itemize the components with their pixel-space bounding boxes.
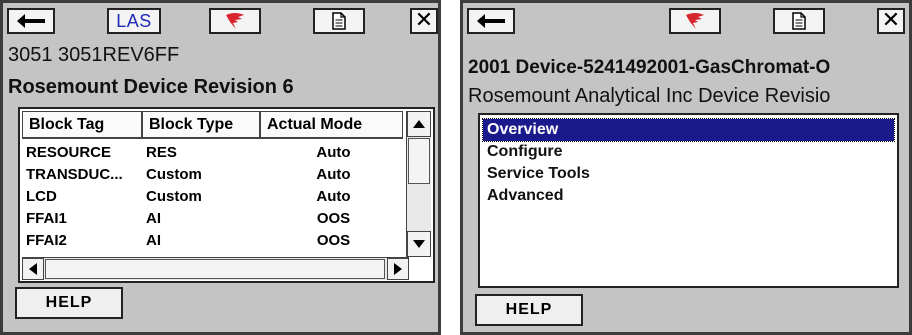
cell-block-tag: FFAI2 [26, 231, 67, 249]
help-button[interactable]: HELP [15, 287, 123, 319]
triangle-right-icon [394, 263, 402, 275]
scroll-thumb[interactable] [408, 138, 430, 184]
device-revision: Rosemount Device Revision 6 [8, 76, 294, 98]
table-row[interactable]: RESOURCE RES Auto [24, 141, 405, 163]
close-button[interactable]: ✕ [877, 8, 905, 34]
document-button[interactable] [773, 8, 825, 34]
close-button[interactable]: ✕ [410, 8, 438, 34]
menu-item-overview[interactable]: Overview [482, 118, 895, 142]
vertical-scrollbar[interactable] [406, 111, 431, 257]
cell-actual-mode: Auto [316, 165, 351, 183]
fieldbus-logo-icon [226, 13, 244, 29]
device-screen-left: LAS ✕ 3051 3051REV6FF Rosemount Device R… [0, 0, 441, 335]
cell-actual-mode: Auto [316, 143, 351, 161]
cell-actual-mode: OOS [316, 231, 351, 249]
cell-block-type: AI [146, 209, 161, 227]
menu-item-service-tools[interactable]: Service Tools [483, 163, 894, 185]
block-table: Block Tag Block Type Actual Mode RESOURC… [18, 107, 435, 283]
document-icon [792, 12, 806, 30]
cell-actual-mode: OOS [316, 209, 351, 227]
fieldbus-logo-button[interactable] [669, 8, 721, 34]
cell-block-tag: RESOURCE [26, 143, 112, 161]
horizontal-scroll-thumb[interactable] [45, 259, 385, 279]
las-button[interactable]: LAS [107, 8, 161, 34]
scroll-left-button[interactable] [22, 258, 44, 280]
close-icon: ✕ [881, 8, 901, 33]
table-row[interactable]: TRANSDUC... Custom Auto [24, 163, 405, 185]
device-menu: Overview Configure Service Tools Advance… [478, 113, 899, 288]
help-button[interactable]: HELP [475, 294, 583, 326]
device-revision: Rosemount Analytical Inc Device Revisio [468, 85, 831, 107]
device-title: 2001 Device-5241492001-GasChromat-O [468, 57, 831, 78]
scroll-up-button[interactable] [407, 111, 431, 137]
table-row[interactable]: FFAI2 AI OOS [24, 229, 405, 251]
cell-block-type: Custom [146, 165, 202, 183]
back-arrow-icon [17, 14, 45, 28]
device-title: 3051 3051REV6FF [8, 44, 180, 66]
triangle-left-icon [29, 263, 37, 275]
back-button[interactable] [467, 8, 515, 34]
menu-item-configure[interactable]: Configure [483, 141, 894, 163]
cell-block-tag: LCD [26, 187, 57, 205]
scroll-down-button[interactable] [407, 231, 431, 257]
document-icon [332, 12, 346, 30]
triangle-up-icon [413, 120, 425, 128]
table-body: RESOURCE RES Auto TRANSDUC... Custom Aut… [24, 141, 405, 251]
cell-block-type: AI [146, 231, 161, 249]
column-header-actual-mode[interactable]: Actual Mode [260, 111, 403, 139]
document-button[interactable] [313, 8, 365, 34]
scroll-right-button[interactable] [387, 258, 409, 280]
column-header-block-type[interactable]: Block Type [142, 111, 260, 139]
las-label: LAS [116, 10, 152, 31]
toolbar: LAS ✕ [3, 3, 438, 43]
table-row[interactable]: FFAI1 AI OOS [24, 207, 405, 229]
table-row[interactable]: LCD Custom Auto [24, 185, 405, 207]
menu-item-advanced[interactable]: Advanced [483, 185, 894, 207]
back-arrow-icon [477, 14, 505, 28]
cell-block-type: Custom [146, 187, 202, 205]
cell-block-tag: TRANSDUC... [26, 165, 123, 183]
cell-block-type: RES [146, 143, 177, 161]
triangle-down-icon [413, 240, 425, 248]
device-screen-right: ✕ 2001 Device-5241492001-GasChromat-O Ro… [460, 0, 912, 335]
fieldbus-logo-icon [686, 13, 704, 29]
cell-actual-mode: Auto [316, 187, 351, 205]
horizontal-scrollbar[interactable] [22, 257, 409, 280]
column-header-block-tag[interactable]: Block Tag [22, 111, 142, 139]
toolbar: ✕ [463, 3, 909, 43]
back-button[interactable] [7, 8, 55, 34]
close-icon: ✕ [414, 8, 434, 33]
fieldbus-logo-button[interactable] [209, 8, 261, 34]
table-header: Block Tag Block Type Actual Mode [22, 111, 403, 139]
cell-block-tag: FFAI1 [26, 209, 67, 227]
